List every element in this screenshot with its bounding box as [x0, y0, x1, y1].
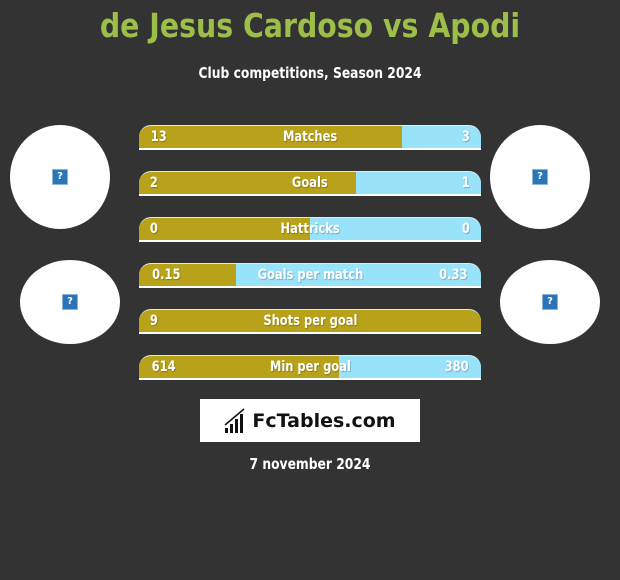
report-date: 7 november 2024 — [249, 455, 371, 473]
logo-text: FcTables.com — [252, 409, 396, 432]
stat-label: Shots per goal — [262, 313, 358, 329]
stat-row-min-per-goal: 614 Min per goal 380 — [139, 355, 481, 380]
stat-label: Goals — [292, 175, 328, 191]
stat-row-matches: 13 Matches 3 — [139, 125, 481, 150]
stat-row-shots-per-goal: 9 Shots per goal — [139, 309, 481, 334]
stat-label: Hattricks — [280, 221, 340, 237]
stat-label: Goals per match — [257, 267, 363, 283]
right-value: 0 — [462, 221, 471, 237]
right-value: 3 — [462, 129, 471, 145]
right-value: 1 — [462, 175, 471, 191]
right-player-avatar: ? — [490, 125, 590, 229]
fctables-logo[interactable]: FcTables.com — [200, 399, 420, 442]
competition-subtitle: Club competitions, Season 2024 — [198, 64, 422, 82]
missing-image-icon: ? — [52, 169, 68, 185]
left-club-logo: ? — [20, 260, 120, 344]
right-club-logo: ? — [500, 260, 600, 344]
stat-label: Matches — [282, 129, 338, 145]
right-value: 380 — [444, 359, 469, 375]
left-player-avatar: ? — [10, 125, 110, 229]
bar-chart-icon — [224, 407, 245, 433]
stat-row-goals: 2 Goals 1 — [139, 171, 481, 196]
stat-label: Min per goal — [269, 359, 351, 375]
missing-image-icon: ? — [62, 294, 78, 310]
missing-image-icon: ? — [532, 169, 548, 185]
page-title: de Jesus Cardoso vs Apodi — [99, 6, 521, 45]
missing-image-icon: ? — [542, 294, 558, 310]
stat-row-hattricks: 0 Hattricks 0 — [139, 217, 481, 242]
stat-row-goals-per-match: 0.15 Goals per match 0.33 — [139, 263, 481, 288]
right-value: 0.33 — [439, 267, 468, 283]
